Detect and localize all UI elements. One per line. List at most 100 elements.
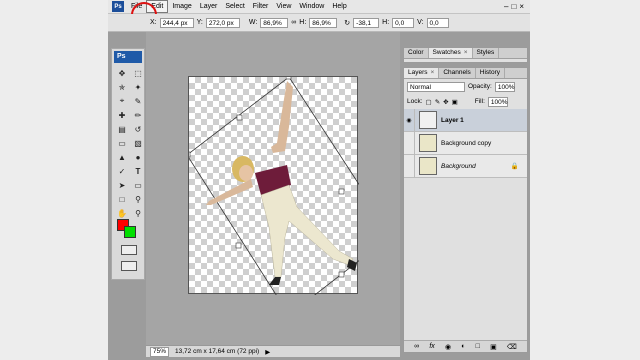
slice-icon[interactable]: ✎ [131,95,145,107]
hskew-label: H: [382,19,390,26]
x-field[interactable]: 244,4 px [159,17,194,28]
tab-swatches[interactable]: Swatches × [428,48,473,58]
doc-info: 13,72 cm x 17,64 cm (72 ppi) [175,348,260,355]
w-label: W: [248,19,258,26]
healing-icon[interactable]: ✚ [115,109,129,121]
eraser-icon[interactable]: ▭ [115,137,129,149]
crop-icon[interactable]: ⌖ [115,95,129,107]
layer-row-background-copy[interactable]: Background copy [404,131,527,155]
notes-icon[interactable]: □ [115,193,129,205]
group-icon[interactable]: □ [476,343,480,350]
x-label: X: [150,19,157,26]
layer-name[interactable]: Background [441,163,511,170]
close-tab-icon: × [430,69,435,76]
zoom-level[interactable]: 75% [150,346,170,357]
tab-history[interactable]: History [476,68,506,78]
trash-icon[interactable]: ⌫ [507,343,517,351]
opacity-field[interactable]: 100% [494,81,515,92]
status-arrow-icon[interactable]: ▶ [265,348,270,356]
vskew-field[interactable]: 0,0 [426,17,449,28]
menu-view[interactable]: View [272,0,295,14]
blend-mode-select[interactable]: Normal [407,81,465,92]
dodge-icon[interactable]: ● [131,151,145,163]
link-icon[interactable]: ∞ [291,19,296,26]
move-icon[interactable]: ✥ [115,67,129,79]
document-canvas[interactable] [188,76,359,295]
screen-mode-button[interactable] [121,261,137,271]
layer-thumbnail [419,111,437,129]
link-icon[interactable]: ∞ [414,343,419,350]
new-layer-icon[interactable]: ▣ [490,343,497,351]
app-icon: Ps [112,1,124,12]
hskew-field[interactable]: 0,0 [392,17,415,28]
visibility-toggle[interactable] [404,154,415,178]
background-color-swatch[interactable] [124,226,136,238]
tab-color[interactable]: Color [404,48,429,58]
brush-icon[interactable]: ✏ [131,109,145,121]
visibility-toggle[interactable] [404,131,415,155]
fx-icon[interactable]: fx [429,343,434,350]
lasso-icon[interactable]: ✯ [115,81,129,93]
menu-window[interactable]: Window [295,0,328,14]
y-field[interactable]: 272,0 px [205,17,240,28]
layers-tabs: Layers × Channels History [404,68,527,79]
vskew-label: V: [417,19,424,26]
tab-styles[interactable]: Styles [473,48,500,58]
eye-icon[interactable]: ◉ [404,108,415,132]
transform-handle-right-lower [338,271,345,278]
toolbox: Ps ✥ ⬚ ✯ ✦ ⌖ ✎ ✚ ✏ ▤ ↺ ▭ ▧ ▲ ● ✓ T ➤ ▭ □… [111,48,145,280]
lock-transparency-icon[interactable]: ▢ [426,98,432,106]
type-icon[interactable]: T [131,165,145,177]
layers-panel: Layers × Channels History Normal Opacity:… [403,67,528,353]
shape-icon[interactable]: ▭ [131,179,145,191]
menu-image[interactable]: Image [168,0,195,14]
fill-label: Fill: [474,98,485,105]
layer-row-layer-1[interactable]: ◉ Layer 1 [404,108,527,132]
h-field[interactable]: 86,9% [309,17,338,28]
fill-field[interactable]: 100% [487,96,508,107]
lock-pixels-icon[interactable]: ✎ [435,98,440,106]
pen-icon[interactable]: ✓ [115,165,129,177]
menu-help[interactable]: Help [328,0,350,14]
w-field[interactable]: 86,9% [260,17,289,28]
lock-label: Lock: [407,98,423,105]
maximize-icon[interactable]: □ [511,2,516,12]
history-brush-icon[interactable]: ↺ [131,123,145,135]
transform-handle-bottom-left [235,242,242,249]
gradient-icon[interactable]: ▧ [131,137,145,149]
window-controls: – □ × [504,2,530,12]
lock-all-icon[interactable]: ▣ [452,98,458,106]
layers-footer: ∞ fx ◉ ◐ □ ▣ ⌫ [404,340,527,352]
layer-row-background[interactable]: Background 🔒 [404,154,527,178]
trousers [260,184,354,278]
magic-wand-icon[interactable]: ✦ [131,81,145,93]
layer-name[interactable]: Layer 1 [441,117,527,124]
menu-filter[interactable]: Filter [249,0,273,14]
menu-select[interactable]: Select [221,0,248,14]
quick-mask-button[interactable] [121,245,137,255]
transform-handle-top [285,77,292,80]
close-icon[interactable]: × [519,2,524,12]
status-bar: 75% 13,72 cm x 17,64 cm (72 ppi) ▶ [146,345,400,357]
rotate-icon: ↻ [344,19,351,27]
eyedropper-icon[interactable]: ⚲ [131,193,145,205]
adjustment-icon[interactable]: ◐ [461,343,465,350]
zoom-icon[interactable]: ⚲ [131,207,145,219]
hand-icon[interactable]: ✋ [115,207,129,219]
canvas-area [146,32,400,345]
menu-layer[interactable]: Layer [196,0,222,14]
tab-channels[interactable]: Channels [439,68,476,78]
angle-field[interactable]: -38,1 [353,17,380,28]
marquee-icon[interactable]: ⬚ [131,67,145,79]
tab-layers[interactable]: Layers × [404,68,440,78]
lock-position-icon[interactable]: ✥ [443,98,448,106]
h-label: H: [299,19,307,26]
path-select-icon[interactable]: ➤ [115,179,129,191]
transformed-layer [189,77,359,295]
minimize-icon[interactable]: – [504,2,508,12]
mask-icon[interactable]: ◉ [445,343,451,351]
blur-icon[interactable]: ▲ [115,151,129,163]
stamp-icon[interactable]: ▤ [115,123,129,135]
options-bar: X: 244,4 px Y: 272,0 px W: 86,9% ∞ H: 86… [108,14,530,32]
layer-name[interactable]: Background copy [441,140,527,147]
